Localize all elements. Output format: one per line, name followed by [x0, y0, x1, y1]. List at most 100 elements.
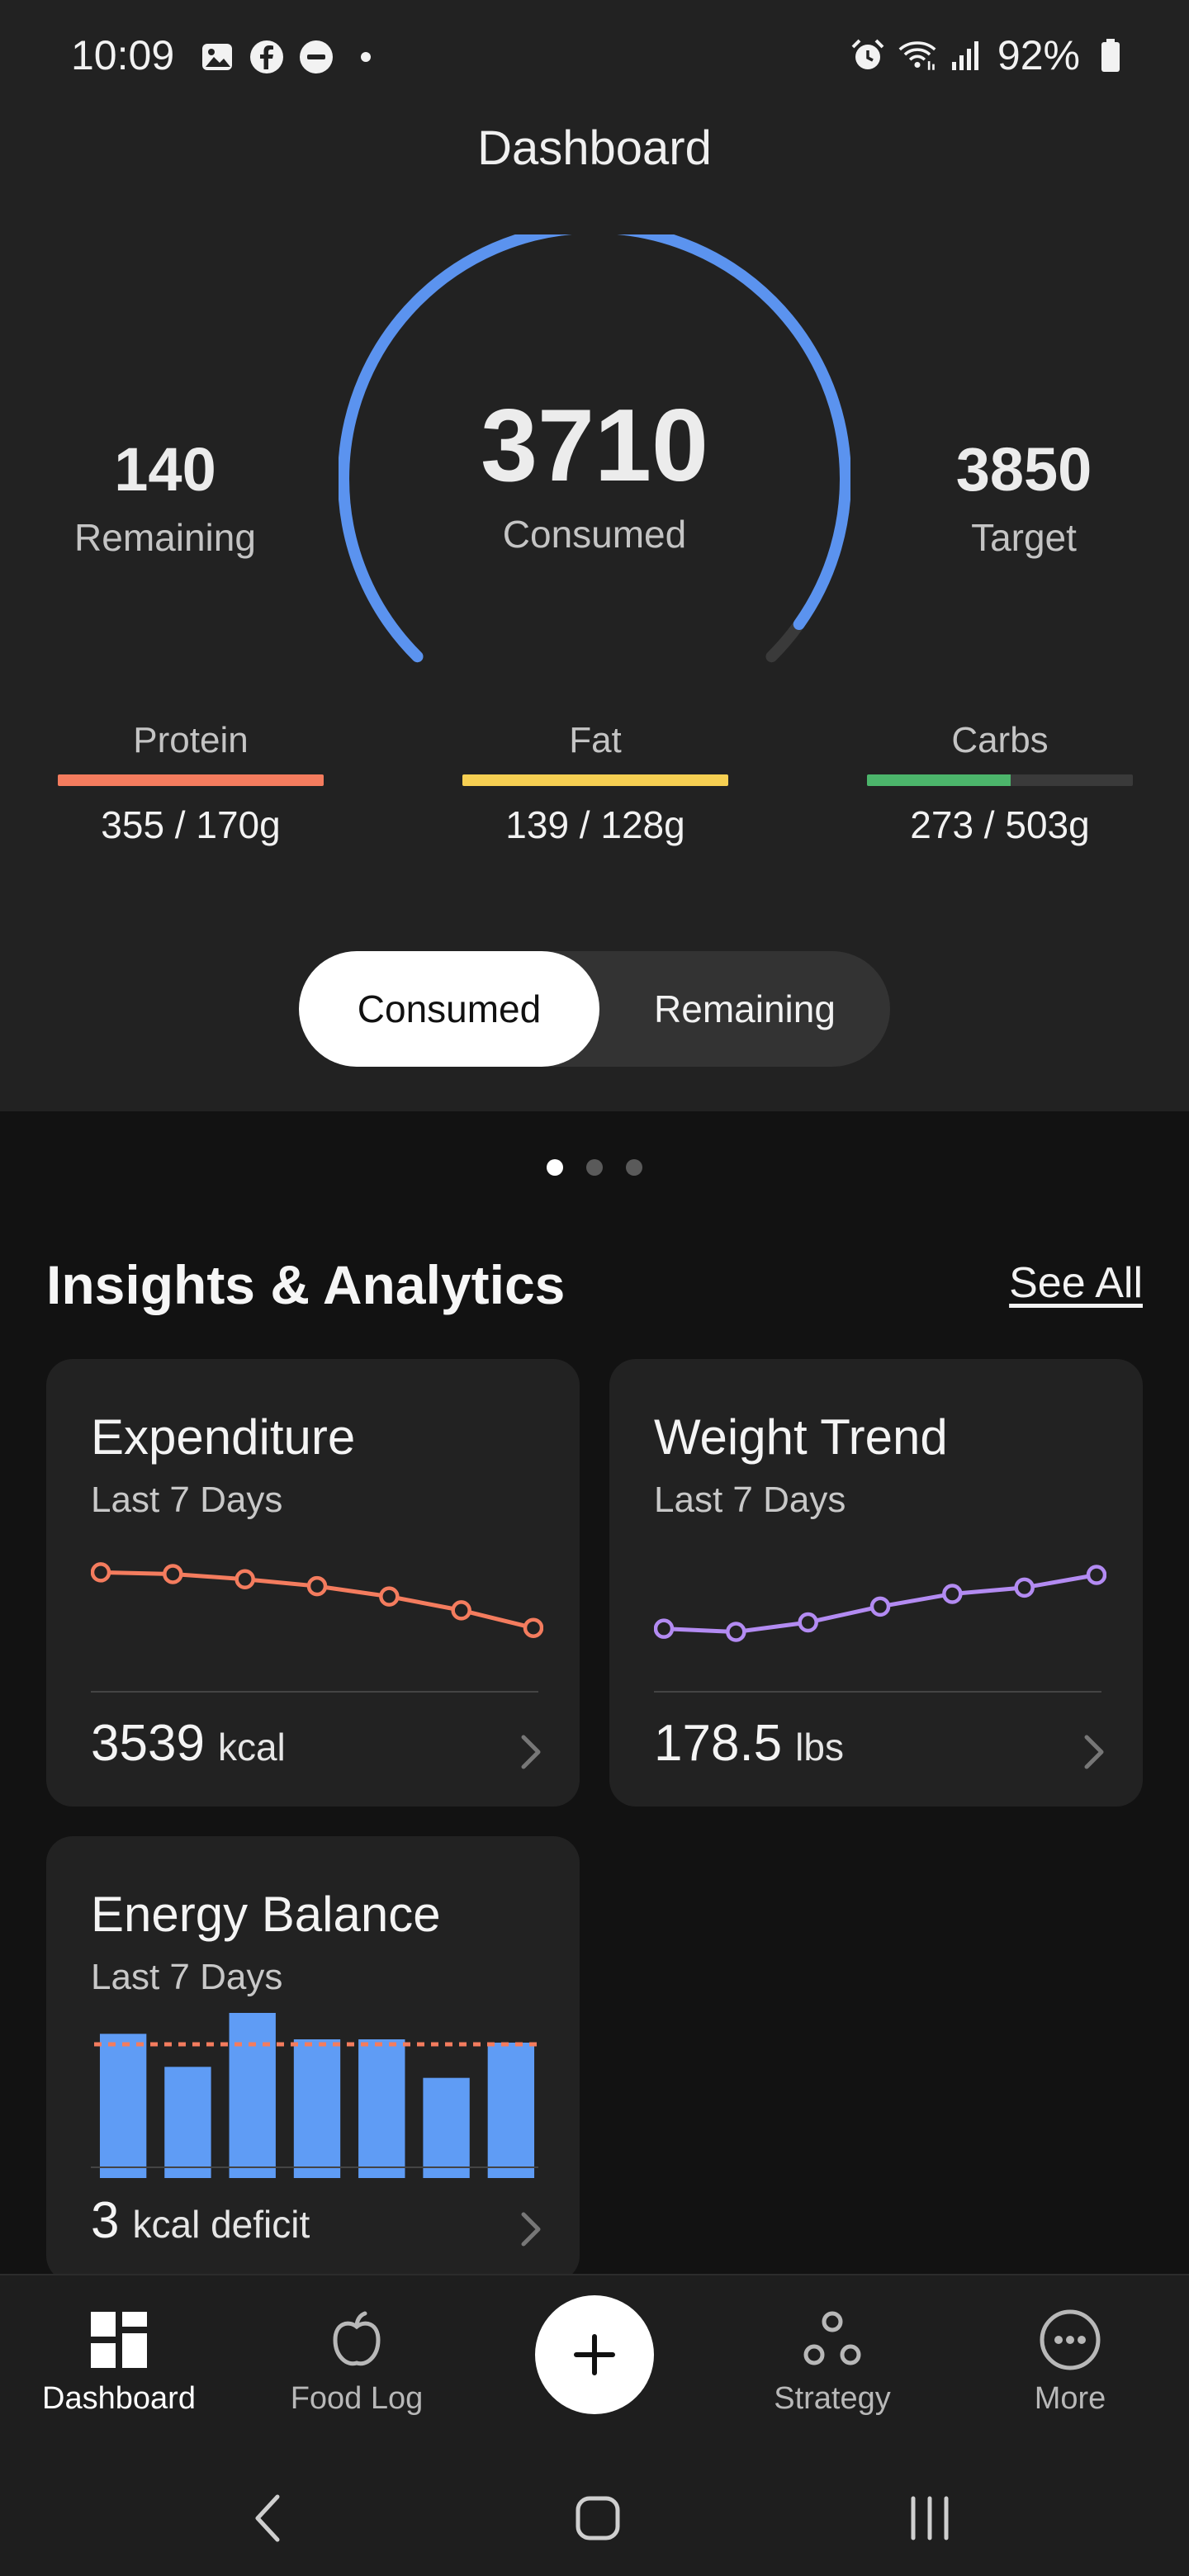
consumed-remaining-toggle[interactable]: Consumed Remaining — [299, 951, 890, 1067]
signal-icon — [948, 36, 986, 74]
expenditure-point — [379, 1586, 400, 1607]
weight-trend-chart — [654, 1565, 1106, 1642]
target-stat: 3850 Target — [892, 439, 1156, 560]
plus-icon — [574, 2334, 615, 2375]
card-subtitle: Last 7 Days — [91, 1480, 283, 1520]
macro-label: Carbs — [951, 720, 1049, 760]
weight-point — [1014, 1577, 1035, 1598]
consumed-value: 3710 — [481, 389, 708, 503]
card-title: Energy Balance — [91, 1887, 441, 1942]
nav-more[interactable]: More — [971, 2308, 1169, 2417]
back-icon[interactable] — [234, 2485, 301, 2551]
energy-bar — [164, 2067, 211, 2178]
recents-icon[interactable] — [897, 2485, 963, 2551]
more-icon — [1039, 2308, 1101, 2371]
energy-bar — [293, 2039, 341, 2178]
macro-protein: Protein 355 / 170g — [58, 720, 324, 847]
nav-food-log[interactable]: Food Log — [258, 2308, 456, 2417]
see-all-link[interactable]: See All — [1009, 1258, 1143, 1308]
target-value: 3850 — [955, 435, 1092, 504]
expenditure-point — [91, 1562, 111, 1583]
toggle-remaining[interactable]: Remaining — [599, 951, 890, 1067]
target-label: Target — [971, 516, 1077, 559]
energy-balance-card[interactable]: Energy Balance Last 7 Days 3 kcal defici… — [46, 1836, 580, 2282]
remaining-value: 140 — [114, 435, 216, 504]
macro-progress-fill — [58, 774, 324, 786]
dashboard-screen: 10:09 92% Dashboard 3710 Consumed 140 Re… — [0, 0, 1189, 2576]
page-dot[interactable] — [586, 1159, 603, 1176]
macro-label: Protein — [133, 720, 249, 760]
alarm-icon — [849, 36, 887, 74]
chevron-right-icon — [521, 2212, 541, 2247]
energy-balance-chart — [94, 2013, 540, 2178]
card-divider — [91, 1691, 538, 1693]
macro-progress-fill — [867, 774, 1011, 786]
expenditure-card[interactable]: Expenditure Last 7 Days 3539 kcal — [46, 1359, 580, 1807]
apple-icon — [325, 2308, 388, 2371]
system-navigation-bar — [0, 2460, 1189, 2576]
weight-point — [726, 1622, 746, 1642]
remaining-label: Remaining — [74, 516, 256, 559]
page-dot[interactable] — [547, 1159, 563, 1176]
macro-progress-bar — [462, 774, 728, 786]
gallery-icon — [198, 38, 236, 76]
energy-unit: kcal deficit — [132, 2203, 310, 2246]
expenditure-value: 3539 — [91, 1715, 205, 1772]
nav-label: Strategy — [774, 2381, 891, 2416]
battery-percent: 92% — [997, 32, 1080, 78]
nav-label: Food Log — [290, 2381, 424, 2416]
consumed-label: Consumed — [502, 513, 687, 556]
page-dot[interactable] — [626, 1159, 642, 1176]
energy-bar — [229, 2013, 276, 2178]
card-divider — [91, 2166, 538, 2168]
macro-progress-fill — [462, 774, 728, 786]
expenditure-point — [451, 1600, 471, 1621]
card-value-row: 178.5 lbs — [654, 1714, 844, 1773]
card-divider — [654, 1691, 1101, 1693]
expenditure-unit: kcal — [217, 1726, 286, 1769]
macro-value: 273 / 503g — [910, 803, 1090, 846]
weight-trend-card[interactable]: Weight Trend Last 7 Days 178.5 lbs — [609, 1359, 1143, 1807]
dashboard-icon — [88, 2308, 150, 2371]
wifi-icon — [898, 36, 936, 74]
energy-bar — [487, 2043, 535, 2178]
do-not-disturb-icon — [297, 38, 335, 76]
card-subtitle: Last 7 Days — [654, 1480, 846, 1520]
summary-panel: 10:09 92% Dashboard 3710 Consumed 140 Re… — [0, 0, 1189, 1111]
home-icon[interactable] — [565, 2485, 631, 2551]
insights-title: Insights & Analytics — [46, 1254, 566, 1315]
page-indicator — [0, 1159, 1189, 1176]
macro-label: Fat — [569, 720, 622, 760]
dot-icon — [347, 38, 385, 76]
macro-value: 355 / 170g — [101, 803, 281, 846]
macro-value: 139 / 128g — [505, 803, 685, 846]
macro-progress-bar — [58, 774, 324, 786]
page-title: Dashboard — [477, 121, 712, 175]
remaining-stat: 140 Remaining — [33, 439, 297, 560]
toggle-consumed[interactable]: Consumed — [299, 951, 599, 1067]
facebook-icon — [248, 38, 286, 76]
weight-value: 178.5 — [654, 1715, 783, 1772]
expenditure-chart — [91, 1562, 543, 1638]
bottom-navigation: Dashboard Food Log Strategy More — [0, 2274, 1189, 2460]
strategy-icon — [801, 2308, 864, 2371]
expenditure-point — [306, 1575, 328, 1597]
status-notification-icons — [198, 38, 385, 76]
card-title: Weight Trend — [654, 1409, 948, 1465]
macro-carbs: Carbs 273 / 503g — [867, 720, 1133, 847]
card-subtitle: Last 7 Days — [91, 1957, 283, 1997]
expenditure-point — [234, 1569, 255, 1589]
weight-point — [869, 1596, 891, 1617]
card-value-row: 3 kcal deficit — [91, 2191, 310, 2250]
nav-dashboard[interactable]: Dashboard — [20, 2308, 218, 2417]
battery-icon — [1092, 36, 1130, 74]
nav-label: Dashboard — [42, 2381, 196, 2416]
nav-strategy[interactable]: Strategy — [733, 2308, 931, 2417]
chevron-right-icon — [1084, 1735, 1104, 1769]
energy-value: 3 — [91, 2192, 120, 2249]
energy-bar — [423, 2077, 470, 2178]
status-bar: 10:09 92% — [0, 0, 1189, 112]
status-system-icons: 92% — [849, 31, 1130, 79]
add-button[interactable] — [535, 2295, 654, 2414]
weight-point — [798, 1612, 818, 1633]
